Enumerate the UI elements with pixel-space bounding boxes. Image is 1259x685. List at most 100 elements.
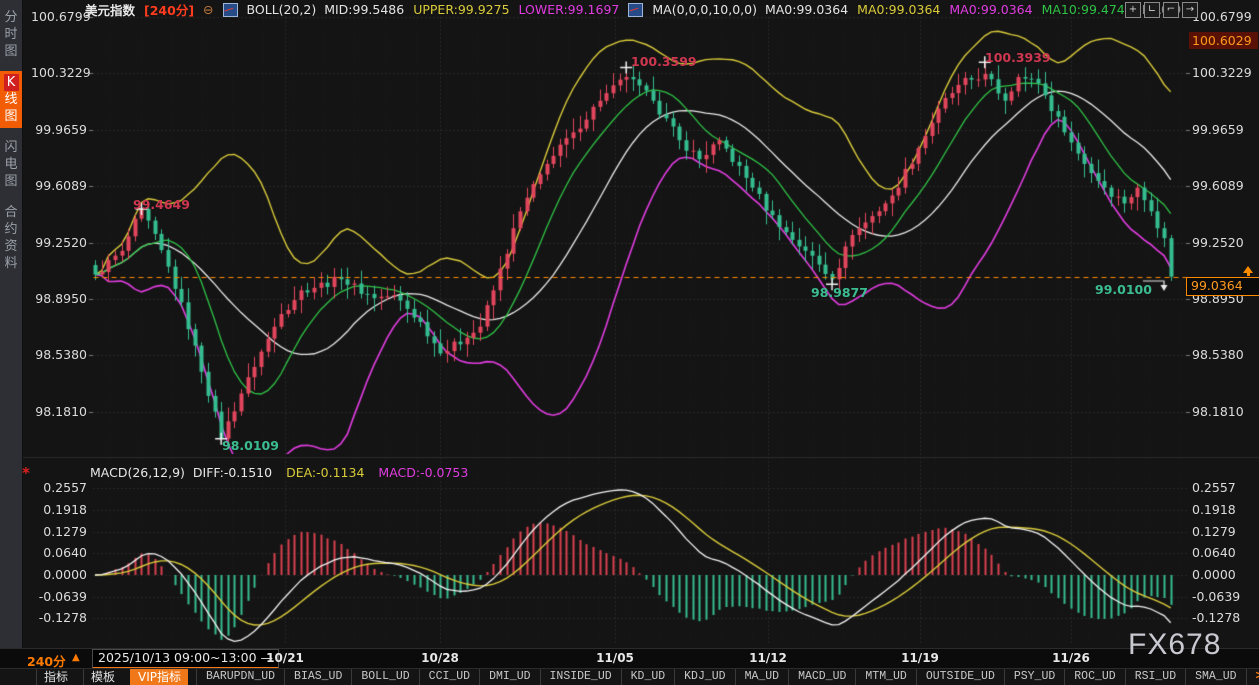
x-axis-tick: 11/26 [1052,651,1090,665]
toolbar-tab-kdj-ud[interactable]: KDJ_UD [675,669,735,685]
indicator-star-icon[interactable]: * [22,464,30,482]
toolbar-tab-cci-ud[interactable]: CCI_UD [420,669,480,685]
toolbar-tab-ma-ud[interactable]: MA_UD [736,669,790,685]
macd-tick-label: 0.1918 [31,502,87,517]
macd-tick-label: 0.0640 [1192,545,1248,560]
price-tick-label: 100.6799 [31,9,87,24]
ma-indicator-icon[interactable] [628,3,643,17]
sidebar-tab-4[interactable]: 合约资料 [0,201,22,275]
sidebar-tab-char: 图 [4,43,17,60]
ma-params-label: MA(0,0,0,10,0,0) MA0:99.0364 [652,2,848,17]
boll-indicator-icon[interactable] [223,3,238,17]
date-range-box[interactable]: 2025/10/13 09:00~13:00 — [92,649,279,669]
macd-tick-label: -0.1278 [31,610,87,625]
price-annotation: 99.0100 [1095,282,1152,297]
sidebar-tab-char: K [4,74,19,91]
toolbar-tab-bias-ud[interactable]: BIAS_UD [285,669,352,685]
toolbar-tab-sma-ud[interactable]: SMA_UD [1186,669,1246,685]
price-tick-label: 99.9659 [1192,122,1248,137]
ma10-label: MA10:99.4749 [1042,2,1133,17]
sidebar-tab-1[interactable]: 分时图 [0,6,22,63]
price-tick-label: 100.6799 [1192,9,1248,24]
chart-header: 美元指数 [240分] ⊖ BOLL(20,2) MID:99.5486 UPP… [85,1,1181,18]
timeframe-arrow-icon[interactable]: ▲ [72,652,80,663]
macd-dea-label: DEA:-0.1134 [286,465,364,480]
brand-watermark: FX678 [1128,628,1221,662]
axis-right-icon[interactable]: ⌐ [1163,2,1179,18]
price-up-arrow-icon [1243,266,1253,273]
price-tick-label: 99.6089 [31,178,87,193]
sidebar-tab-3[interactable]: 闪电图 [0,136,22,193]
boll-lower-label: LOWER:99.1697 [519,2,620,17]
ma0-yellow-label: MA0:99.0364 [857,2,940,17]
macd-tick-label: 0.2557 [1192,480,1248,495]
instrument-title: 美元指数 [85,0,135,19]
price-tick-label: 99.6089 [1192,178,1248,193]
toolbar-tab-boll-ud[interactable]: BOLL_UD [352,669,419,685]
x-axis-row: 240分 ▲ 2025/10/13 09:00~13:00 — 10/2110/… [0,648,1259,669]
sidebar-tab-2[interactable]: K线图 [0,71,22,128]
sidebar-tab-char: 图 [4,173,17,190]
sidebar-tab-char: 料 [4,255,17,272]
sidebar-tab-char: 合 [4,204,17,221]
sidebar-tab-char: 时 [4,26,17,43]
window-tool-icons: +∟⌐→ [1125,2,1198,18]
toolbar-tab-模板[interactable]: 模板 [83,669,122,685]
toolbar-tab-psy-ud[interactable]: PSY_UD [1005,669,1065,685]
price-annotation: 98.0109 [222,438,279,453]
sidebar-tab-char: 资 [4,238,17,255]
detach-icon[interactable]: → [1182,2,1198,18]
toolbar-more-button[interactable]: >> [1247,669,1259,685]
macd-tick-label: 0.0000 [1192,567,1248,582]
chart-canvas[interactable] [0,0,1259,685]
x-axis-tick: 10/21 [266,651,304,665]
macd-params-label: MACD(26,12,9) DIFF:-0.1510 [90,465,272,480]
macd-tick-label: -0.0639 [31,589,87,604]
macd-header: MACD(26,12,9) DIFF:-0.1510 DEA:-0.1134 M… [90,465,468,480]
collapse-icon[interactable]: ⊖ [203,2,213,17]
toolbar-tab-kd-ud[interactable]: KD_UD [622,669,676,685]
price-tick-label: 99.9659 [31,122,87,137]
toolbar-tab-mtm-ud[interactable]: MTM_UD [856,669,916,685]
price-tick-label: 100.3229 [1192,65,1248,80]
toolbar-tab-roc-ud[interactable]: ROC_UD [1065,669,1125,685]
macd-tick-label: 0.0000 [31,567,87,582]
price-annotation: 98.9877 [811,285,868,300]
price-tick-label: 100.3229 [31,65,87,80]
macd-tick-label: 0.0640 [31,545,87,560]
macd-tick-label: -0.0639 [1192,589,1248,604]
toolbar-tab-rsi-ud[interactable]: RSI_UD [1126,669,1186,685]
x-axis-tick: 10/28 [421,651,459,665]
pan-icon[interactable]: + [1125,2,1141,18]
indicator-toolbar: 指标模板 VIP指标 BARUPDN_UDBIAS_UDBOLL_UDCCI_UDD… [0,668,1259,685]
toolbar-tab-dmi-ud[interactable]: DMI_UD [480,669,540,685]
x-axis-tick: 11/12 [749,651,787,665]
sidebar-tab-char: 线 [4,91,17,108]
sidebar-tab-char: 闪 [4,139,17,156]
current-price-badge: 99.0364 [1186,277,1259,296]
ma0-magenta-label: MA0:99.0364 [949,2,1032,17]
toolbar-tab-指标[interactable]: 指标 [36,669,75,685]
toolbar-tab-vip指标[interactable]: VIP指标 [130,669,188,685]
boll-upper-label: UPPER:99.9275 [413,2,509,17]
toolbar-tab-inside-ud[interactable]: INSIDE_UD [541,669,622,685]
axis-left-icon[interactable]: ∟ [1144,2,1160,18]
toolbar-tab-macd-ud[interactable]: MACD_UD [789,669,856,685]
price-annotation: 100.3939 [985,50,1051,65]
price-tick-label: 99.2520 [31,235,87,250]
x-axis-tick: 11/19 [901,651,939,665]
x-axis-tick: 11/05 [596,651,634,665]
macd-tick-label: 0.1279 [1192,524,1248,539]
price-annotation: 100.3599 [631,54,697,69]
price-tick-label: 98.8950 [31,291,87,306]
app-window: 分时图K线图闪电图合约资料 美元指数 [240分] ⊖ BOLL(20,2) M… [0,0,1259,685]
sidebar-tab-char: 分 [4,9,17,26]
toolbar-tab-barupdn-ud[interactable]: BARUPDN_UD [196,669,285,685]
macd-tick-label: -0.1278 [1192,610,1248,625]
toolbar-tab-outside-ud[interactable]: OUTSIDE_UD [917,669,1005,685]
session-high-badge: 100.6029 [1189,32,1258,49]
price-tick-label: 98.1810 [31,404,87,419]
sidebar-tab-char: 约 [4,221,17,238]
macd-tick-label: 0.1918 [1192,502,1248,517]
period-badge[interactable]: [240分] [144,0,194,19]
